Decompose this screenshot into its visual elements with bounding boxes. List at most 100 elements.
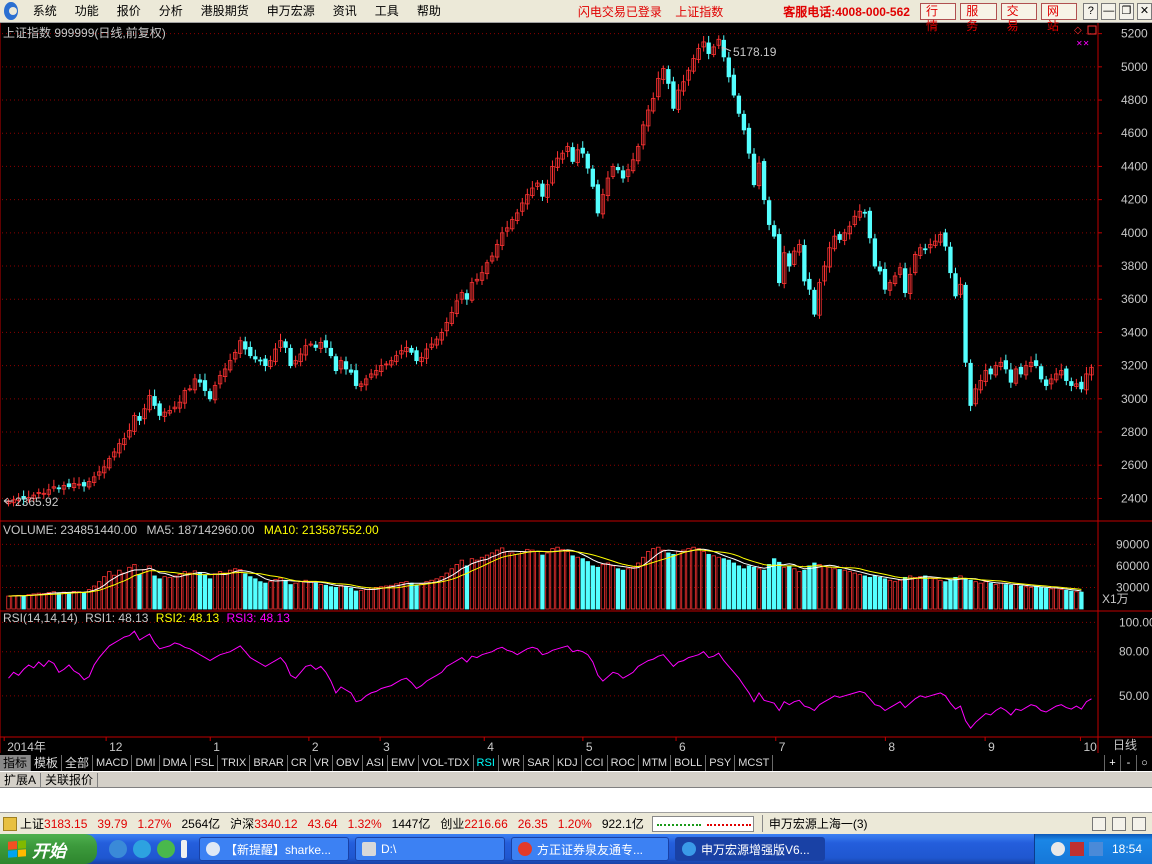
tab-roc[interactable]: ROC (608, 754, 640, 771)
menu-swhy[interactable]: 申万宏源 (258, 0, 324, 22)
menu-hk-futures[interactable]: 港股期货 (192, 0, 258, 22)
volume-bar (897, 579, 903, 610)
start-button[interactable]: 开始 (0, 834, 97, 864)
tab-dma[interactable]: DMA (160, 754, 192, 771)
volume-bar (923, 575, 928, 610)
tab-asi[interactable]: ASI (363, 754, 389, 771)
tab-vol-tdx[interactable]: VOL-TDX (419, 754, 474, 771)
tab-obv[interactable]: OBV (333, 754, 364, 771)
candle-body (1018, 366, 1024, 375)
volume-bar (867, 576, 873, 610)
candle-body (741, 113, 747, 131)
tab-kdj[interactable]: KDJ (554, 754, 582, 771)
zoom-out-button[interactable]: - (1120, 754, 1136, 771)
volume-bar (348, 587, 354, 610)
volume-bar (766, 564, 772, 610)
menu-tools[interactable]: 工具 (366, 0, 408, 22)
tab-rsi[interactable]: RSI (474, 754, 499, 771)
menu-function[interactable]: 功能 (66, 0, 108, 22)
candle-body (968, 362, 973, 406)
rsi-line (8, 630, 1092, 730)
volume-bar (273, 579, 278, 610)
candle (993, 361, 998, 378)
ie-icon[interactable] (109, 840, 127, 858)
candle (157, 400, 162, 421)
zoom-in-button[interactable]: + (1104, 754, 1120, 771)
tab-emv[interactable]: EMV (388, 754, 419, 771)
tab-related-quote[interactable]: 关联报价 (41, 772, 99, 787)
tab-dmi[interactable]: DMI (132, 754, 160, 771)
quote-button[interactable]: 行情 (919, 2, 957, 33)
restore-button[interactable]: ❐ (1119, 2, 1135, 20)
chrome-icon[interactable] (157, 840, 175, 858)
volume-bar (333, 587, 339, 610)
price-tick-label: 4200 (1121, 193, 1148, 207)
cross-marker-icon: ✕✕ (1076, 39, 1089, 48)
menu-news[interactable]: 资讯 (324, 0, 366, 22)
tab-fsl[interactable]: FSL (191, 754, 219, 771)
tab-mcst[interactable]: MCST (735, 754, 774, 771)
minimize-button[interactable]: — (1101, 2, 1117, 20)
service-button[interactable]: 服务 (960, 2, 997, 33)
candle-body (943, 232, 948, 247)
tab-cr[interactable]: CR (288, 754, 311, 771)
menu-quote[interactable]: 报价 (108, 0, 150, 22)
tray-flag-icon[interactable] (1069, 842, 1084, 856)
volume-bar (298, 581, 303, 610)
broker-name[interactable]: 申万宏源上海一(3) (761, 815, 868, 832)
tab-cci[interactable]: CCI (582, 754, 608, 771)
tab-template[interactable]: 模板 (31, 754, 63, 771)
candle-body (540, 183, 545, 197)
menu-help[interactable]: 帮助 (408, 0, 450, 22)
task-swhy-label: 申万宏源增强版V6... (701, 842, 810, 857)
tab-indicator[interactable]: 指标 (0, 754, 32, 771)
tab-trix[interactable]: TRIX (218, 754, 251, 771)
tab-all[interactable]: 全部 (62, 754, 94, 771)
candle-body (726, 57, 731, 78)
lock-icon[interactable] (1132, 816, 1146, 831)
task-founder[interactable]: 方正证券泉友通专... (511, 837, 669, 861)
notepad-icon[interactable] (1092, 816, 1106, 831)
tab-wr[interactable]: WR (499, 754, 525, 771)
close-button[interactable]: ✕ (1137, 2, 1152, 20)
help-button[interactable]: ? (1083, 2, 1099, 20)
tab-extension-a[interactable]: 扩展A (0, 772, 42, 787)
task-browser[interactable]: 【新提醒】sharke... (199, 837, 349, 861)
index-icon[interactable] (3, 816, 17, 831)
volume-bar (666, 552, 671, 610)
candle (620, 165, 626, 183)
tray-app-icon[interactable] (1088, 842, 1103, 856)
reset-button[interactable]: ○ (1136, 754, 1152, 771)
trade-button[interactable]: 交易 (1000, 2, 1037, 33)
candle (288, 344, 293, 369)
volume-bar (1013, 584, 1019, 610)
cy-change: 26.35 (517, 816, 548, 831)
diamond-icon[interactable]: ◇ (1074, 25, 1082, 36)
tab-psy[interactable]: PSY (706, 754, 736, 771)
menu-analysis[interactable]: 分析 (150, 0, 192, 22)
tab-sar[interactable]: SAR (524, 754, 554, 771)
chart-area[interactable]: 2400 2600 2800 3000 3200 3400 3600 3800 4000 4200… (0, 23, 1152, 754)
tray-network-icon[interactable] (1050, 842, 1065, 856)
candle (182, 387, 187, 409)
window-toggle-icon[interactable] (1087, 25, 1097, 35)
tab-boll[interactable]: BOLL (671, 754, 707, 771)
website-button[interactable]: 网站 (1040, 2, 1078, 33)
candle (580, 141, 585, 158)
tab-brar[interactable]: BRAR (250, 754, 288, 771)
task-explorer[interactable]: D:\ (355, 837, 505, 861)
signal-icon[interactable] (1112, 816, 1126, 831)
volume-bar (132, 564, 137, 610)
browser-task-icon (206, 842, 220, 856)
browser-icon[interactable] (133, 840, 151, 858)
task-swhy[interactable]: 申万宏源增强版V6... (675, 837, 825, 861)
tab-macd[interactable]: MACD (93, 754, 133, 771)
quicklaunch-expand-icon[interactable] (181, 840, 187, 858)
chart-svg[interactable]: 2400 2600 2800 3000 3200 3400 3600 3800 4000 4200… (0, 23, 1152, 754)
candle (797, 239, 802, 256)
tab-mtm[interactable]: MTM (639, 754, 672, 771)
tab-vr[interactable]: VR (311, 754, 334, 771)
period-label[interactable]: 日线 (1113, 738, 1137, 752)
candle-body (248, 346, 253, 357)
menu-system[interactable]: 系统 (24, 0, 66, 22)
